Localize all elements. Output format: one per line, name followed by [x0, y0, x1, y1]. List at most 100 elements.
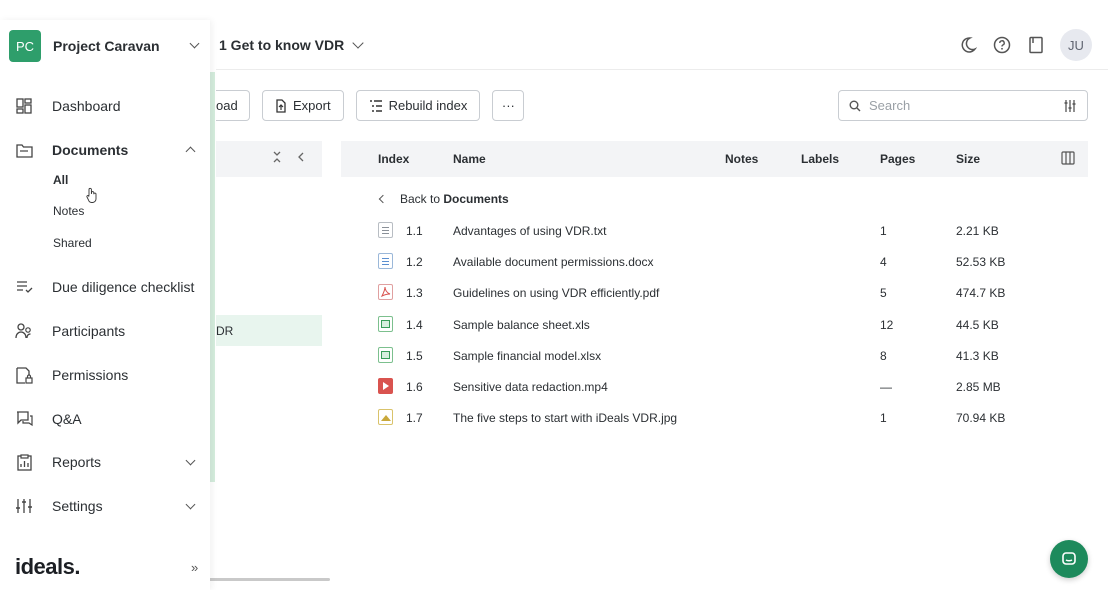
table-row[interactable]: 1.2 Available document permissions.docx 4 5… [341, 246, 1088, 277]
bookmark-icon[interactable] [1026, 35, 1046, 55]
col-notes[interactable]: Notes [725, 152, 758, 166]
table-row[interactable]: 1.3 Guidelines on using VDR efficiently.p… [341, 277, 1088, 308]
file-size: 2.85 MB [956, 380, 1001, 394]
file-pages: 1 [880, 411, 887, 426]
file-pdf-icon [378, 284, 393, 301]
export-button[interactable]: Export [262, 90, 344, 121]
top-bar: 1 Get to know VDR JU [216, 20, 1108, 70]
col-labels[interactable]: Labels [801, 152, 839, 166]
sidebar-item-due-diligence[interactable]: Due diligence checklist [15, 278, 194, 296]
sidebar-item-label: Permissions [52, 367, 129, 383]
sidebar: PC Project Caravan Dashboard Documents A… [0, 20, 210, 590]
file-size: 2.21 KB [956, 224, 999, 238]
file-size: 474.7 KB [956, 286, 1006, 301]
hand-cursor-icon [86, 187, 97, 203]
columns-settings-icon[interactable] [1061, 151, 1075, 168]
chat-button[interactable] [1050, 540, 1088, 578]
back-label: Back to Documents [400, 192, 509, 206]
table-row[interactable]: 1.4 Sample balance sheet.xls 12 44.5 KB [341, 309, 1088, 340]
collapse-sidebar-icon[interactable]: » [191, 560, 198, 575]
file-xls-icon [378, 346, 393, 363]
upload-button[interactable]: oad [216, 90, 250, 121]
col-index[interactable]: Index [378, 152, 409, 166]
sidebar-item-label: Participants [52, 323, 126, 339]
folder-tree-header [216, 141, 322, 177]
participants-icon [15, 322, 33, 340]
tree-selected-folder[interactable]: DR [216, 315, 322, 346]
sidebar-item-settings[interactable]: Settings [15, 497, 103, 515]
moon-icon[interactable] [958, 35, 978, 55]
documents-sub-notes[interactable]: Notes [53, 204, 84, 218]
filter-icon[interactable] [1063, 99, 1077, 113]
folder-icon [15, 141, 33, 159]
search-icon [849, 100, 861, 111]
file-pages: 4 [880, 255, 887, 270]
help-icon[interactable] [992, 35, 1012, 55]
list-index-icon [369, 99, 382, 112]
file-pages: 1 [880, 224, 887, 238]
chevron-down-icon[interactable] [185, 455, 196, 466]
file-pages: 8 [880, 348, 887, 363]
file-index: 1.6 [406, 380, 423, 394]
file-txt-icon [378, 222, 393, 238]
file-size: 44.5 KB [956, 317, 999, 332]
col-size[interactable]: Size [956, 152, 980, 166]
ideals-logo: ideals. [15, 554, 80, 579]
dashboard-icon [15, 97, 33, 115]
file-name[interactable]: Sample financial model.xlsx [453, 349, 601, 363]
table-row[interactable]: 1.5 Sample financial model.xlsx 8 41.3 KB [341, 340, 1088, 371]
table-row[interactable]: 1.1 Advantages of using VDR.txt 1 2.21 KB [341, 215, 1088, 246]
file-pages: 5 [880, 286, 887, 301]
file-size: 70.94 KB [956, 411, 1006, 426]
rebuild-index-button[interactable]: Rebuild index [355, 90, 481, 121]
file-name[interactable]: Available document permissions.docx [453, 255, 654, 269]
table-header: Index Name Notes Labels Pages Size [341, 141, 1088, 177]
sidebar-item-reports[interactable]: Reports [15, 453, 101, 471]
chevron-down-icon[interactable] [189, 38, 200, 49]
rebuild-index-label: Rebuild index [388, 98, 468, 113]
sidebar-item-label: Q&A [52, 411, 82, 427]
col-pages[interactable]: Pages [880, 152, 915, 166]
documents-sub-all[interactable]: All [53, 173, 68, 187]
file-index: 1.4 [406, 317, 423, 332]
file-name[interactable]: The five steps to start with iDeals VDR.… [453, 411, 677, 425]
sidebar-item-qa[interactable]: Q&A [15, 410, 82, 428]
sidebar-item-label: Dashboard [52, 98, 121, 114]
col-name[interactable]: Name [453, 152, 486, 166]
table-row[interactable]: 1.6 Sensitive data redaction.mp4 — 2.85 MB [341, 371, 1088, 402]
file-index: 1.1 [406, 224, 423, 238]
project-name: Project Caravan [53, 38, 160, 54]
file-index: 1.2 [406, 255, 423, 270]
documents-sub-shared[interactable]: Shared [53, 236, 92, 250]
file-name[interactable]: Guidelines on using VDR efficiently.pdf [453, 286, 659, 300]
back-to-documents-link[interactable]: Back to Documents [378, 192, 509, 206]
file-name[interactable]: Sample balance sheet.xls [453, 318, 590, 332]
chevron-down-icon[interactable] [185, 499, 196, 510]
chevron-left-icon [378, 194, 388, 204]
sidebar-item-dashboard[interactable]: Dashboard [15, 97, 121, 115]
search-placeholder: Search [869, 98, 911, 113]
qa-icon [15, 410, 33, 428]
sidebar-item-participants[interactable]: Participants [15, 322, 125, 340]
file-index: 1.3 [406, 286, 423, 301]
export-icon [276, 98, 286, 113]
collapse-all-icon[interactable] [272, 151, 282, 166]
sidebar-item-documents[interactable]: Documents [15, 141, 128, 159]
top-icons: JU [958, 29, 1092, 61]
folder-title: 1 Get to know VDR [219, 37, 345, 53]
search-input[interactable]: Search [838, 90, 1088, 121]
file-jpg-icon [378, 409, 393, 426]
sidebar-item-permissions[interactable]: Permissions [15, 366, 128, 384]
table-row[interactable]: 1.7 The five steps to start with iDeals V… [341, 402, 1088, 433]
chevron-up-icon[interactable] [185, 146, 196, 157]
checklist-icon [15, 278, 33, 296]
user-avatar[interactable]: JU [1060, 29, 1092, 61]
more-icon: ··· [501, 98, 515, 113]
more-actions-button[interactable]: ··· [492, 90, 525, 121]
project-switcher[interactable]: PC Project Caravan [9, 30, 160, 62]
file-name[interactable]: Sensitive data redaction.mp4 [453, 380, 608, 394]
file-name[interactable]: Advantages of using VDR.txt [453, 224, 606, 238]
folder-title-dropdown[interactable]: 1 Get to know VDR [219, 37, 364, 53]
chevron-left-icon[interactable] [297, 151, 305, 166]
sidebar-item-label: Documents [52, 142, 129, 158]
